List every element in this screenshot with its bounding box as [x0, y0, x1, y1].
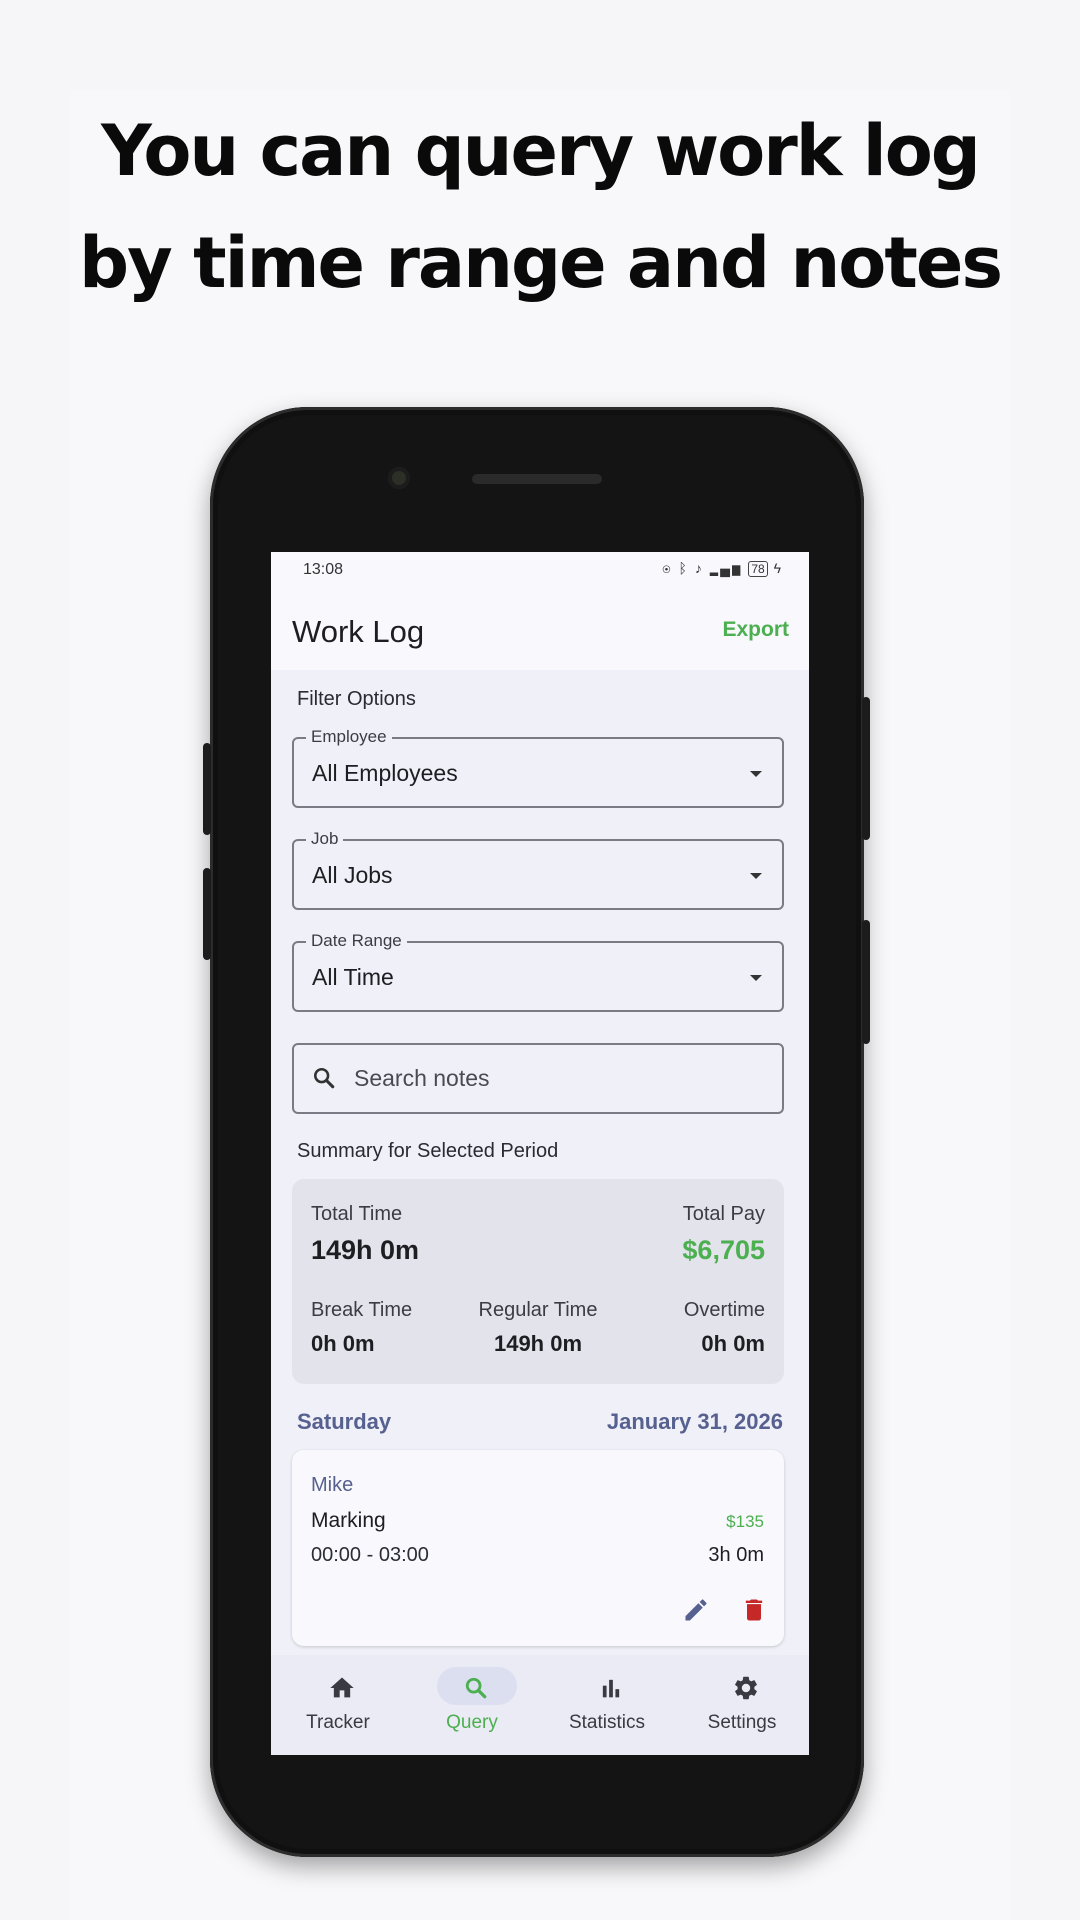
- nav-settings[interactable]: Settings: [675, 1655, 809, 1755]
- date-range-select-label: Date Range: [306, 931, 407, 951]
- headline-line-1: You can query work log: [101, 110, 981, 192]
- headline-line-2: by time range and notes: [79, 222, 1003, 304]
- app-bar: Work Log Export: [271, 588, 809, 670]
- date-range-select-value: All Time: [312, 964, 394, 990]
- overtime-label: Overtime: [683, 1299, 765, 1321]
- status-icons: ◉ ᛒ ♪ ▂▄▆ 78 ϟ: [662, 560, 783, 577]
- promo-headline: You can query work log by time range and…: [0, 95, 1080, 319]
- employee-select[interactable]: Employee All Employees: [292, 727, 784, 808]
- total-pay-label: Total Pay: [682, 1203, 765, 1225]
- total-time-value: 149h 0m: [311, 1235, 420, 1265]
- dropdown-arrow-icon: [750, 975, 762, 981]
- edit-pencil-icon[interactable]: [682, 1596, 710, 1624]
- home-icon: [330, 1677, 354, 1698]
- overtime-value: 0h 0m: [701, 1331, 765, 1356]
- dropdown-arrow-icon: [750, 873, 762, 879]
- phone-side-button: [203, 868, 211, 960]
- nav-tracker-label: Tracker: [306, 1712, 370, 1733]
- summary-heading: Summary for Selected Period: [297, 1140, 559, 1162]
- total-time-label: Total Time: [311, 1203, 403, 1225]
- bluetooth-icon: ᛒ: [678, 560, 689, 576]
- status-time: 13:08: [303, 561, 344, 578]
- employee-select-label: Employee: [306, 727, 392, 747]
- nav-statistics-label: Statistics: [568, 1712, 646, 1733]
- bar-chart-icon: [602, 1679, 620, 1698]
- charging-icon: ϟ: [773, 560, 783, 576]
- front-camera: [388, 467, 410, 489]
- job-select-label: Job: [306, 829, 344, 849]
- search-icon: [313, 1067, 335, 1089]
- entry-pay: $135: [726, 1512, 764, 1531]
- date-range-select[interactable]: Date Range All Time: [292, 931, 784, 1012]
- job-select-value: All Jobs: [312, 862, 393, 888]
- phone-side-button: [862, 697, 870, 840]
- entry-time-range: 00:00 - 03:00: [311, 1544, 429, 1566]
- dropdown-arrow-icon: [750, 771, 762, 777]
- employee-select-value: All Employees: [312, 760, 458, 786]
- eye-icon: ◉: [662, 560, 673, 576]
- total-pay-value: $6,705: [682, 1235, 765, 1265]
- nav-tracker[interactable]: Tracker: [271, 1655, 405, 1755]
- bottom-navigation-bar: Tracker Query Statistics Settings: [271, 1655, 809, 1755]
- job-select[interactable]: Job All Jobs: [292, 829, 784, 910]
- search-notes-input[interactable]: [354, 1065, 754, 1092]
- day-group-date: January 31, 2026: [606, 1409, 783, 1434]
- filter-options-heading: Filter Options: [297, 688, 416, 710]
- nav-statistics[interactable]: Statistics: [540, 1655, 674, 1755]
- mute-icon: ♪: [694, 560, 704, 576]
- status-bar: 13:08 ◉ ᛒ ♪ ▂▄▆ 78 ϟ: [271, 552, 809, 588]
- signal-icon: ▂▄▆: [709, 560, 743, 576]
- export-button[interactable]: Export: [722, 618, 789, 642]
- phone-side-button: [862, 920, 870, 1044]
- phone-side-button: [203, 743, 211, 835]
- summary-card: Total Time 149h 0m Total Pay $6,705 Brea…: [292, 1179, 784, 1384]
- delete-trash-icon[interactable]: [740, 1596, 768, 1624]
- battery-level: 78: [751, 562, 765, 576]
- phone-screen: 13:08 ◉ ᛒ ♪ ▂▄▆ 78 ϟ Work Log Export Fil…: [271, 552, 809, 1755]
- search-icon: [465, 1677, 487, 1699]
- earpiece-speaker: [472, 474, 602, 484]
- nav-query-label: Query: [446, 1712, 498, 1733]
- entry-duration: 3h 0m: [708, 1544, 764, 1566]
- entry-job: Marking: [311, 1509, 386, 1532]
- gear-icon: [735, 1676, 757, 1700]
- day-group-weekday: Saturday: [297, 1409, 392, 1434]
- work-log-entry-card[interactable]: Mike Marking 00:00 - 03:00 $135 3h 0m: [292, 1450, 784, 1646]
- nav-settings-label: Settings: [707, 1712, 777, 1733]
- search-notes-field[interactable]: [292, 1043, 784, 1114]
- page-title: Work Log: [292, 614, 425, 649]
- battery-icon: 78: [748, 561, 768, 577]
- nav-query[interactable]: Query: [405, 1655, 539, 1755]
- entry-employee: Mike: [311, 1474, 354, 1496]
